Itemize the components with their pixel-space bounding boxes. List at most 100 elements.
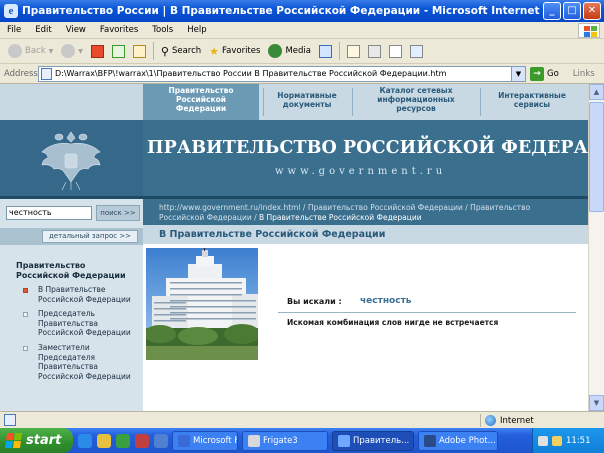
back-arrow-icon [8, 44, 22, 58]
site-banner: ПРАВИТЕЛЬСТВО РОССИЙСКОЙ ФЕДЕРАЦИИ www.g… [0, 120, 588, 196]
clock[interactable]: 11:51 [566, 436, 591, 446]
site-top-nav: Правительство Российской Федерации Норма… [0, 84, 588, 120]
system-tray: 11:51 [532, 428, 604, 453]
media-label: Media [285, 46, 311, 56]
stop-button[interactable] [87, 41, 108, 61]
menu-bar: File Edit View Favorites Tools Help [0, 22, 604, 39]
toolbar-separator [152, 42, 154, 60]
menu-help[interactable]: Help [180, 25, 213, 35]
searched-value: честность [360, 296, 412, 306]
close-button[interactable]: ✕ [583, 2, 601, 20]
internet-globe-icon [485, 415, 496, 426]
scroll-down-button[interactable]: ▼ [589, 395, 604, 411]
left-menu-label: В Правительстве Российской Федерации [38, 285, 131, 304]
result-divider [278, 312, 576, 313]
left-menu-item-deputies[interactable]: Заместители Председателя Правительства Р… [22, 343, 140, 381]
nav-tab-label: Нормативные документы [277, 91, 337, 109]
go-arrow-icon: → [530, 66, 544, 81]
menu-file[interactable]: File [0, 25, 28, 35]
address-label: Address [4, 68, 38, 79]
address-url: D:\Warrax\BFP\!warrax\1\Правительство Ро… [55, 69, 447, 78]
result-message: Искомая комбинация слов нигде не встреча… [287, 318, 499, 327]
app-quicklaunch-icon[interactable] [135, 433, 149, 448]
advanced-search-button[interactable]: детальный запрос >> [42, 230, 138, 243]
edit-button[interactable] [385, 41, 406, 61]
ie-quicklaunch-icon[interactable] [78, 433, 92, 448]
start-label: start [26, 433, 62, 448]
media-icon [268, 44, 283, 58]
menu-edit[interactable]: Edit [28, 25, 58, 35]
vertical-scrollbar[interactable]: ▲ ▼ [588, 84, 604, 411]
maximize-button[interactable]: □ [563, 2, 581, 20]
page-heading-bar: В Правительстве Российской Федерации [143, 225, 588, 244]
site-search-button[interactable]: поиск >> [96, 205, 140, 221]
history-button[interactable] [315, 41, 336, 61]
nav-tab-government[interactable]: Правительство Российской Федерации [143, 84, 259, 120]
volume-icon[interactable] [552, 435, 562, 446]
windows-logo-icon [4, 433, 23, 448]
nav-tab-services[interactable]: Интерактивные сервисы [482, 84, 582, 120]
go-label: Go [547, 68, 559, 79]
back-button[interactable]: Back ▼ [4, 41, 57, 61]
media-button[interactable]: Media [264, 41, 315, 61]
left-menu-item-government[interactable]: В Правительстве Российской Федерации [22, 285, 140, 304]
nav-tab-catalog[interactable]: Каталог сетевых информационных ресурсов [354, 84, 478, 120]
breadcrumb: http://www.government.ru/index.html / Пр… [159, 203, 577, 222]
discuss-button[interactable] [406, 41, 427, 61]
frigate-icon [248, 434, 260, 447]
history-icon [318, 44, 332, 58]
windows-flag-icon [578, 23, 600, 38]
advanced-search-bar: детальный запрос >> [0, 228, 143, 245]
taskbar-item-photoshop[interactable]: Adobe Phot... [418, 430, 498, 451]
minimize-button[interactable]: _ [543, 2, 561, 20]
scroll-up-button[interactable]: ▲ [589, 84, 604, 100]
security-zone: Internet [480, 414, 600, 427]
favorites-button[interactable]: ★ Favorites [205, 41, 264, 61]
menu-favorites[interactable]: Favorites [93, 25, 145, 35]
double-headed-eagle-icon [41, 131, 101, 191]
left-menu-title: Правительство Российской Федерации [16, 261, 126, 280]
nav-separator [352, 88, 353, 116]
taskbar-item-frigate[interactable]: Frigate3 [242, 430, 328, 451]
page-viewport: Правительство Российской Федерации Норма… [0, 84, 588, 411]
star-icon: ★ [209, 44, 220, 58]
breadcrumb-strip: http://www.government.ru/index.html / Пр… [143, 199, 588, 225]
favorites-label: Favorites [222, 46, 261, 56]
window-title: Правительство России | В Правительстве Р… [22, 5, 543, 17]
page-status-icon [4, 414, 16, 426]
scroll-thumb[interactable] [589, 102, 604, 212]
nav-separator [480, 88, 481, 116]
ie-logo-icon: e [4, 4, 18, 18]
go-button[interactable]: → Go [530, 66, 559, 81]
ie-icon [338, 434, 350, 447]
menu-tools[interactable]: Tools [145, 25, 180, 35]
refresh-button[interactable] [108, 41, 129, 61]
menu-view[interactable]: View [59, 25, 93, 35]
home-button[interactable] [129, 41, 150, 61]
address-dropdown-button[interactable]: ▼ [511, 65, 526, 82]
taskbar-item-frontpage[interactable]: Microsoft Fr... [172, 430, 238, 451]
edit-icon [388, 44, 402, 58]
discuss-icon [409, 44, 423, 58]
explorer-quicklaunch-icon[interactable] [97, 433, 111, 448]
chevron-down-icon: ▼ [78, 47, 83, 55]
white-house-image [146, 248, 258, 360]
status-bar: Internet [0, 411, 604, 428]
site-search-input[interactable]: честность [6, 206, 92, 220]
nav-tab-documents[interactable]: Нормативные документы [264, 84, 350, 120]
taskbar-item-ie-government[interactable]: Правитель... [332, 430, 414, 451]
address-input[interactable]: D:\Warrax\BFP\!warrax\1\Правительство Ро… [38, 65, 512, 82]
media-quicklaunch-icon[interactable] [116, 433, 130, 448]
network-icon[interactable] [538, 435, 548, 446]
nav-tab-label: Правительство Российской Федерации [168, 86, 234, 113]
links-button[interactable]: Links [573, 69, 595, 79]
searched-label: Вы искали : [287, 297, 342, 306]
print-button[interactable] [364, 41, 385, 61]
start-button[interactable]: start [0, 428, 73, 453]
forward-button[interactable]: ▼ [57, 41, 87, 61]
search-button[interactable]: ⚲ Search [157, 41, 205, 61]
page-title: В Правительстве Российской Федерации [159, 229, 386, 240]
left-menu-item-chairman[interactable]: Председатель Правительства Российской Фе… [22, 309, 140, 338]
mail-button[interactable] [343, 41, 364, 61]
desktop-quicklaunch-icon[interactable] [154, 433, 168, 448]
